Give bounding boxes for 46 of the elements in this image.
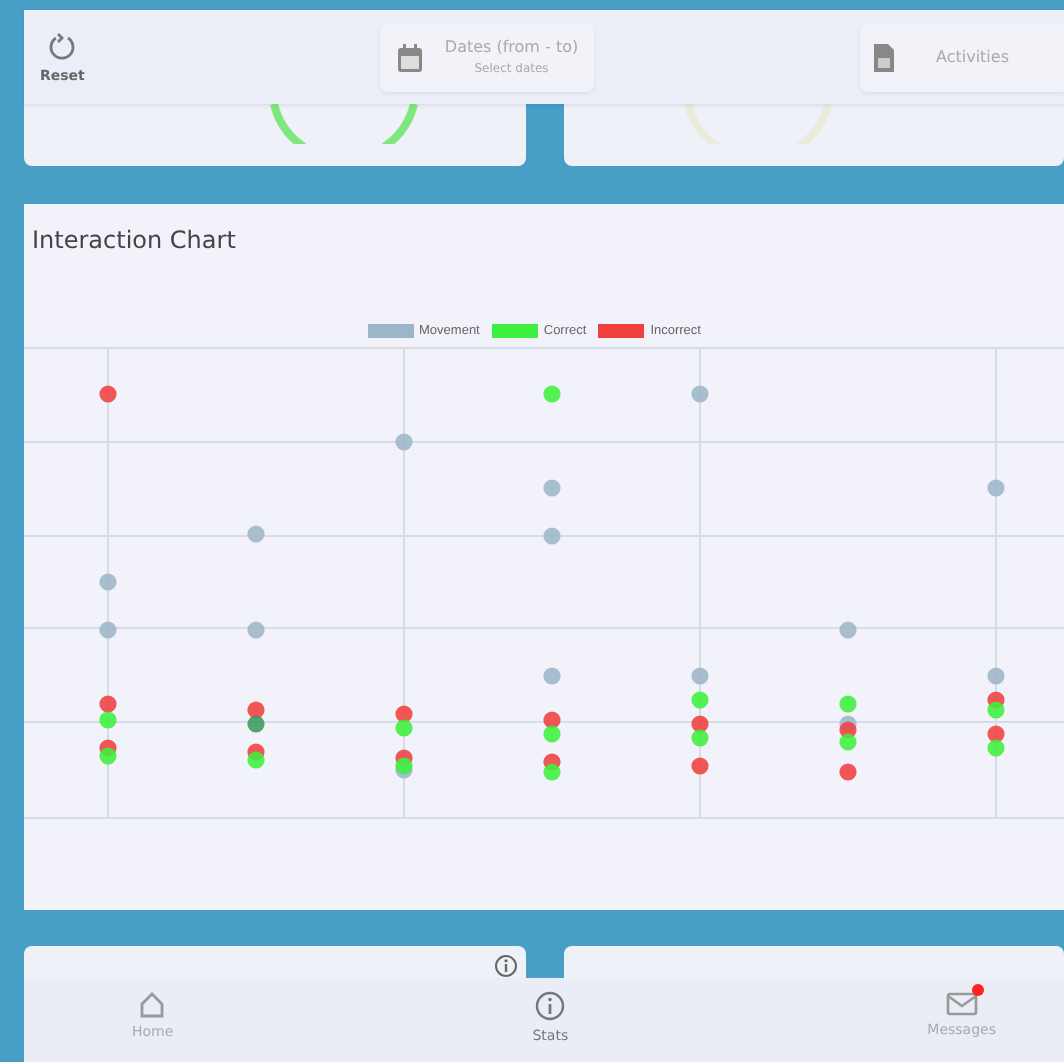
data-point: [247, 701, 265, 719]
data-point: [691, 757, 709, 775]
data-point: [987, 725, 1005, 743]
data-point: [987, 479, 1005, 497]
data-point: [99, 711, 117, 729]
data-point: [839, 695, 857, 713]
calendar-icon: [396, 41, 425, 73]
reset-icon: [48, 30, 77, 62]
data-point: [691, 385, 709, 403]
data-point: [99, 385, 117, 403]
info-icon: [534, 990, 567, 1022]
data-point: [395, 719, 413, 737]
mail-icon: [945, 990, 978, 1016]
activities-field[interactable]: Activities: [860, 23, 1064, 91]
data-point: [395, 433, 413, 451]
data-point: [543, 527, 561, 545]
data-point: [691, 667, 709, 685]
data-point: [839, 621, 857, 639]
data-point: [987, 667, 1005, 685]
data-point: [543, 385, 561, 403]
data-point: [395, 705, 413, 723]
data-point: [543, 763, 561, 781]
info-icon: [493, 954, 517, 978]
data-point: [247, 751, 265, 769]
data-point: [839, 733, 857, 751]
data-point: [987, 739, 1005, 757]
data-point: [99, 695, 117, 713]
data-point: [99, 621, 117, 639]
data-point: [839, 763, 857, 781]
data-point: [691, 691, 709, 709]
data-point: [543, 725, 561, 743]
data-point: [247, 621, 265, 639]
data-point: [543, 711, 561, 729]
data-point: [395, 757, 413, 775]
document-icon: [872, 41, 896, 73]
data-point: [99, 747, 117, 765]
chart-title: Interaction Chart: [32, 226, 238, 254]
data-point: [543, 479, 561, 497]
data-point: [543, 667, 561, 685]
data-point: [691, 729, 709, 747]
data-point: [247, 715, 265, 733]
data-point: [987, 701, 1005, 719]
data-point: [99, 573, 117, 591]
data-point: [691, 715, 709, 733]
home-icon: [138, 990, 167, 1018]
data-point: [247, 525, 265, 543]
